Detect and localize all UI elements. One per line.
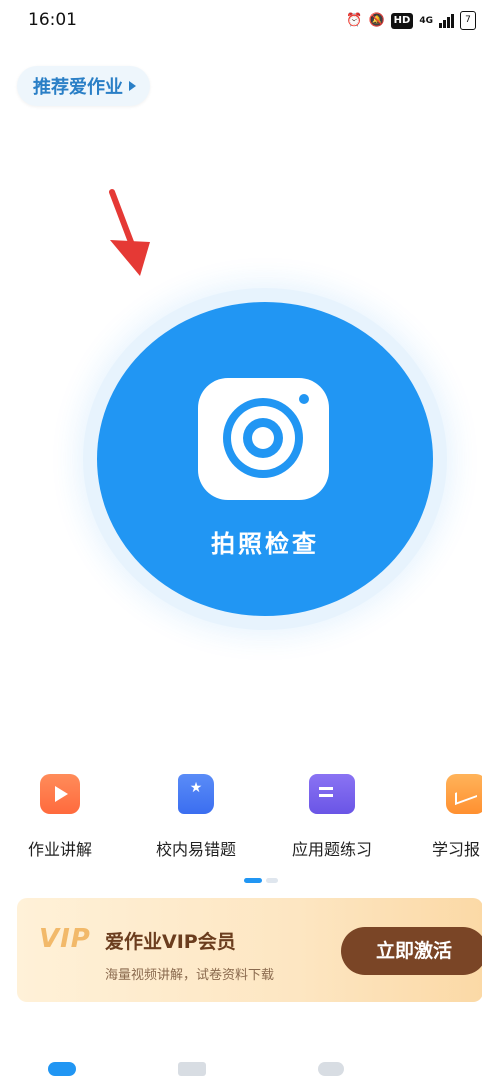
photo-check-button[interactable]: 拍照检查 [97, 302, 433, 616]
page-indicator [244, 878, 278, 883]
feature-carousel[interactable]: 作业讲解 校内易错题 应用题练习 学习报 [0, 770, 482, 870]
recommend-label: 推荐爱作业 [33, 77, 123, 98]
status-bar: 16:01 ⏰ 🔕 HD 4G 7 [0, 0, 482, 44]
report-chart-icon [446, 774, 482, 814]
feature-homework-explain[interactable]: 作业讲解 [0, 770, 120, 860]
camera-icon [198, 378, 329, 500]
red-arrow-icon [109, 189, 150, 276]
tab-book-icon[interactable] [178, 1062, 206, 1076]
network-type-icon: 4G [419, 15, 433, 26]
star-book-icon [178, 774, 214, 814]
play-triangle-icon [129, 81, 136, 91]
vip-banner[interactable]: VIP 爱作业VIP会员 海量视频讲解，试卷资料下载 立即激活 [17, 898, 482, 1002]
recommend-button[interactable]: 推荐爱作业 [17, 66, 150, 106]
battery-icon: 7 [460, 11, 476, 30]
feature-label: 学习报 [432, 840, 481, 859]
alarm-icon: ⏰ [346, 12, 363, 28]
signal-icon [439, 13, 454, 28]
feature-label: 校内易错题 [155, 840, 236, 859]
video-play-icon [40, 774, 80, 814]
photo-check-label: 拍照检查 [211, 530, 319, 558]
status-time: 16:01 [28, 10, 77, 30]
vip-logo: VIP [39, 924, 91, 954]
feature-label: 作业讲解 [27, 840, 92, 859]
page-dot [266, 878, 278, 883]
mute-icon: 🔕 [368, 12, 385, 28]
open-book-icon [309, 774, 355, 814]
vip-subtitle: 海量视频讲解，试卷资料下载 [105, 968, 275, 983]
tab-home-icon[interactable] [48, 1062, 76, 1076]
page-dot-active [244, 878, 262, 883]
tab-profile-icon[interactable] [318, 1062, 344, 1076]
feature-school-mistakes[interactable]: 校内易错题 [136, 770, 256, 860]
feature-study-report[interactable]: 学习报 [406, 770, 482, 860]
hd-icon: HD [390, 12, 414, 29]
activate-now-button[interactable]: 立即激活 [341, 927, 482, 975]
status-icons: ⏰ 🔕 HD 4G 7 [346, 11, 476, 30]
feature-label: 应用题练习 [291, 840, 372, 859]
feature-word-problems[interactable]: 应用题练习 [272, 770, 392, 860]
vip-title: 爱作业VIP会员 [105, 931, 236, 953]
